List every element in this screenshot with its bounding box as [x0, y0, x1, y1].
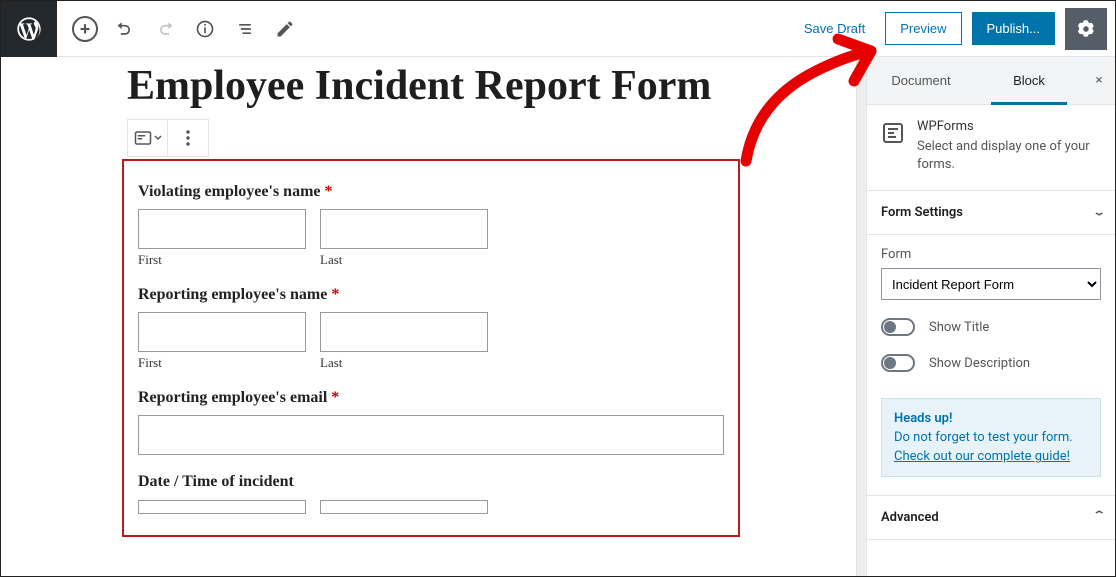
wpforms-block[interactable]: Violating employee's name * First Last R… — [122, 159, 740, 537]
form-settings-panel: Form Incident Report Form Show Title Sho… — [867, 235, 1115, 388]
first-name-input[interactable] — [138, 209, 306, 249]
notice-message: Do not forget to test your form. — [894, 430, 1088, 445]
tab-block[interactable]: Block — [975, 57, 1083, 104]
first-name-input[interactable] — [138, 312, 306, 352]
field-label: Violating employee's name * — [138, 183, 724, 201]
field-label: Reporting employee's name * — [138, 286, 724, 304]
field-reporting-name: Reporting employee's name * First Last — [138, 286, 724, 371]
more-options-button[interactable] — [168, 120, 208, 156]
date-input[interactable] — [138, 500, 306, 514]
content-structure-button[interactable] — [187, 11, 223, 47]
block-type-button[interactable] — [128, 120, 168, 156]
wordpress-logo[interactable] — [1, 1, 57, 57]
notice-link[interactable]: Check out our complete guide! — [894, 449, 1070, 464]
section-advanced[interactable]: Advanced — [867, 495, 1115, 540]
add-block-button[interactable]: + — [72, 16, 98, 42]
page-title[interactable]: Employee Incident Report Form — [9, 61, 769, 119]
info-icon — [195, 19, 215, 39]
settings-button[interactable] — [1065, 8, 1107, 50]
block-navigation-button[interactable] — [227, 11, 263, 47]
sublabel-last: Last — [320, 252, 488, 268]
list-icon — [235, 19, 255, 39]
block-header: WPForms Select and display one of your f… — [867, 105, 1115, 191]
last-name-input[interactable] — [320, 312, 488, 352]
field-datetime: Date / Time of incident — [138, 473, 724, 515]
block-name: WPForms — [917, 119, 1101, 134]
top-toolbar: + Save Draft Preview Publish... — [1, 1, 1115, 57]
sidebar-tabs: Document Block × — [867, 57, 1115, 105]
sublabel-last: Last — [320, 355, 488, 371]
time-input[interactable] — [320, 500, 488, 514]
toggle-show-description[interactable] — [881, 354, 915, 372]
preview-button[interactable]: Preview — [885, 12, 961, 45]
toggle-desc-label: Show Description — [929, 356, 1030, 371]
section-form-settings[interactable]: Form Settings — [867, 191, 1115, 235]
form-icon — [134, 130, 152, 146]
redo-button[interactable] — [147, 11, 183, 47]
save-draft-button[interactable]: Save Draft — [794, 13, 875, 44]
wordpress-icon — [15, 15, 43, 43]
notice-heading: Heads up! — [894, 411, 1088, 426]
undo-icon — [115, 19, 135, 39]
sublabel-first: First — [138, 355, 306, 371]
field-reporting-email: Reporting employee's email * — [138, 389, 724, 455]
settings-sidebar: Document Block × WPForms Select and disp… — [866, 57, 1115, 576]
field-label: Date / Time of incident — [138, 473, 724, 491]
email-input[interactable] — [138, 415, 724, 455]
undo-button[interactable] — [107, 11, 143, 47]
edit-button[interactable] — [267, 11, 303, 47]
tab-document[interactable]: Document — [867, 57, 975, 104]
chevron-down-icon — [154, 135, 162, 141]
gear-icon — [1075, 18, 1097, 40]
field-label: Reporting employee's email * — [138, 389, 724, 407]
kebab-icon — [186, 130, 190, 146]
pencil-icon — [275, 19, 295, 39]
form-select[interactable]: Incident Report Form — [881, 268, 1101, 300]
form-select-label: Form — [881, 247, 1101, 262]
block-description: Select and display one of your forms. — [917, 138, 1101, 174]
editor-canvas: Employee Incident Report Form Violating … — [1, 57, 866, 576]
scrollbar-gutter — [856, 57, 866, 576]
wpforms-icon — [881, 121, 905, 145]
field-violating-name: Violating employee's name * First Last — [138, 183, 724, 268]
notice-box: Heads up! Do not forget to test your for… — [881, 398, 1101, 477]
block-toolbar — [127, 119, 209, 157]
editor-tools: + — [57, 11, 313, 47]
main-area: Employee Incident Report Form Violating … — [1, 57, 1115, 576]
right-actions: Save Draft Preview Publish... — [794, 8, 1115, 50]
toggle-title-label: Show Title — [929, 320, 989, 335]
close-sidebar-button[interactable]: × — [1083, 57, 1115, 104]
sublabel-first: First — [138, 252, 306, 268]
publish-button[interactable]: Publish... — [972, 12, 1055, 45]
redo-icon — [155, 19, 175, 39]
toggle-show-title[interactable] — [881, 318, 915, 336]
last-name-input[interactable] — [320, 209, 488, 249]
